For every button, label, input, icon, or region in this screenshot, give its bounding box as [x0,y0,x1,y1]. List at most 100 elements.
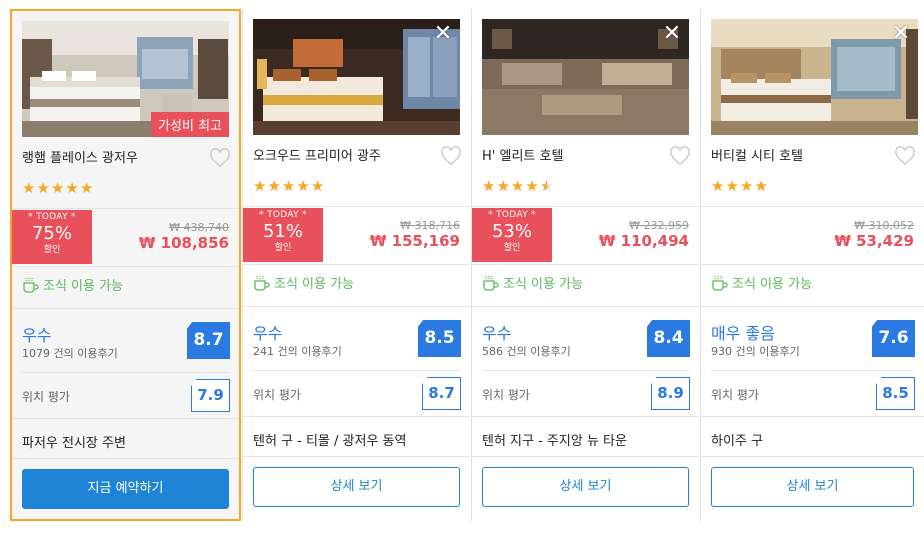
close-icon[interactable]: ✕ [661,23,683,45]
coffee-cup-icon [712,276,728,291]
star-icon: ★ [711,177,726,195]
divider [701,206,924,207]
breakfast-info: 조식 이용 가능 [711,273,812,292]
sale-price: ₩ 155,169 [369,232,460,250]
divider [472,206,699,207]
divider [701,456,924,457]
original-price: ₩ 438,740 [169,221,229,234]
coffee-cup-icon [254,276,270,291]
view-details-button[interactable]: 상세 보기 [482,467,689,507]
breakfast-label: 조식 이용 가능 [274,277,355,292]
star-rating: ★★★★ [711,177,769,195]
discount-suffix: 할인 [503,243,521,253]
divider [243,306,470,307]
divider [472,306,699,307]
discount-suffix: 할인 [43,245,61,255]
divider [243,264,470,265]
discount-percent: 51% [262,221,303,242]
review-count[interactable]: 930 건의 이용후기 [711,343,800,359]
heart-icon[interactable] [669,146,691,166]
heart-icon[interactable] [209,148,231,168]
star-icon: ★ [525,177,540,195]
hotel-name[interactable]: 랭햄 플레이스 광저우 [22,147,138,166]
sale-price: ₩ 110,494 [598,232,689,250]
hotel-card: ✕ 오크우드 프리미어 광주 ★★★★★ * TODAY * 51% 할인 ₩ … [243,9,470,521]
breakfast-label: 조식 이용 가능 [732,277,813,292]
view-details-button[interactable]: 상세 보기 [253,467,460,507]
star-icon: ★ [482,177,497,195]
review-score: 7.6 [872,320,915,357]
location-label: 위치 평가 [711,388,759,402]
coffee-cup-icon [23,278,39,293]
star-icon: ★ [725,177,740,195]
divider [12,458,239,459]
location-label: 위치 평가 [482,388,530,402]
divider [253,370,460,371]
divider [701,264,924,265]
discount-badge: * TODAY * 75% 할인 [12,210,92,264]
original-price: ₩ 310,052 [854,219,914,232]
star-icon: ★ [296,177,311,195]
hotel-photo[interactable]: 가성비 최고 [22,21,229,137]
hotel-card: ✕ H' 엘리트 호텔 ★★★★★ * TODAY * 53% 할인 ₩ 232… [472,9,699,521]
hotel-photo[interactable]: ✕ [253,19,460,135]
location-label: 위치 평가 [22,390,70,404]
hotel-name[interactable]: 오크우드 프리미어 광주 [253,145,381,164]
divider [243,206,470,207]
location-score: 8.5 [876,377,915,410]
star-icon: ★ [496,177,511,195]
location-score: 8.7 [422,377,461,410]
star-icon: ★ [267,177,282,195]
divider [12,208,239,209]
review-count[interactable]: 1079 건의 이용후기 [22,345,118,361]
original-price: ₩ 318,716 [400,219,460,232]
star-icon: ★ [310,177,326,195]
heart-icon[interactable] [440,146,462,166]
review-count[interactable]: 241 건의 이용후기 [253,343,342,359]
divider [243,416,470,417]
coffee-cup-icon [483,276,499,291]
star-rating: ★★★★★ [253,177,325,195]
location-label: 위치 평가 [253,388,301,402]
heart-icon[interactable] [894,146,916,166]
star-icon: ★ [65,179,80,197]
star-rating: ★★★★★ [22,179,94,197]
divider [472,264,699,265]
hotel-name[interactable]: H' 엘리트 호텔 [482,145,563,164]
breakfast-info: 조식 이용 가능 [482,273,583,292]
breakfast-label: 조식 이용 가능 [503,277,584,292]
location-score: 7.9 [191,379,230,412]
star-icon: ★ [739,177,755,195]
review-score: 8.7 [187,322,230,359]
divider [22,372,229,373]
star-icon: ★ [754,177,769,195]
review-count[interactable]: 586 건의 이용후기 [482,343,571,359]
divider [711,370,914,371]
hotel-name[interactable]: 버티컬 시티 호텔 [711,145,803,164]
close-icon[interactable]: ✕ [432,23,454,45]
view-details-button[interactable]: 상세 보기 [711,467,914,507]
divider [12,266,239,267]
divider [701,416,924,417]
hotel-area: 텐허 구 - 티몰 / 광저우 동역 [253,434,407,449]
today-label: * TODAY * [488,210,536,220]
star-icon: ★ [510,177,526,195]
divider [243,456,470,457]
divider [472,416,699,417]
close-icon[interactable]: ✕ [890,23,912,45]
hotel-comparison-row: 가성비 최고 랭햄 플레이스 광저우 ★★★★★ * TODAY * 75% 할… [10,9,924,521]
hotel-photo[interactable]: ✕ [711,19,918,135]
sale-price: ₩ 53,429 [834,232,914,250]
discount-percent: 75% [31,223,72,244]
review-score: 8.4 [647,320,690,357]
star-icon: ★ [36,179,51,197]
hotel-area: 텐허 지구 - 주지앙 뉴 타운 [482,434,627,449]
book-now-button[interactable]: 지금 예약하기 [22,469,229,509]
discount-percent: 53% [491,221,532,242]
discount-suffix: 할인 [274,243,292,253]
today-label: * TODAY * [28,212,76,222]
star-icon: ★ [22,179,37,197]
hotel-area: 하이주 구 [711,434,763,449]
hotel-photo[interactable]: ✕ [482,19,689,135]
divider [472,456,699,457]
